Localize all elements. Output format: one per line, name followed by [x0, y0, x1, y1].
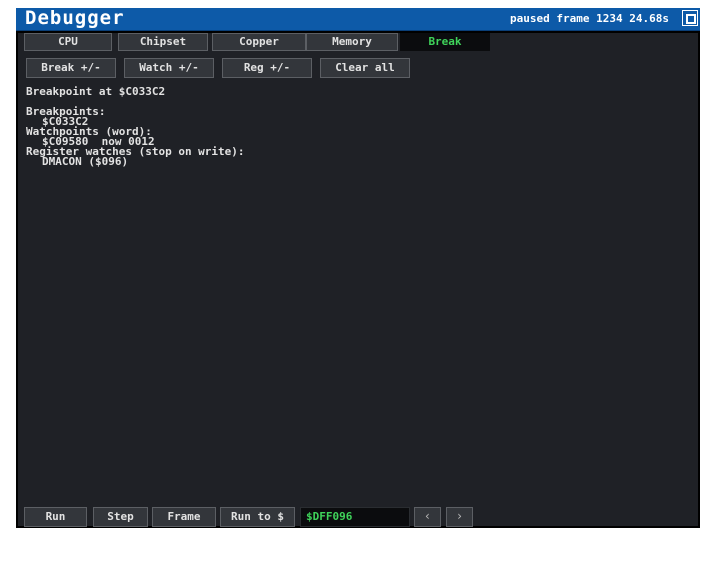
run-to-address-button[interactable]: Run to $	[220, 507, 295, 527]
tab-cpu[interactable]: CPU	[24, 33, 112, 51]
debugger-panel: CPU Chipset Copper Memory Break Break +/…	[18, 33, 698, 527]
tab-break[interactable]: Break	[400, 33, 490, 51]
frame-button[interactable]: Frame	[152, 507, 216, 527]
tab-memory[interactable]: Memory	[306, 33, 398, 51]
watch-toggle-button[interactable]: Watch +/-	[124, 58, 214, 78]
break-toggle-button[interactable]: Break +/-	[26, 58, 116, 78]
address-input[interactable]: $DFF096	[300, 507, 410, 527]
window-title: Debugger	[25, 7, 125, 29]
run-button[interactable]: Run	[24, 507, 87, 527]
title-bar[interactable]: Debugger paused frame 1234 24.68s	[16, 7, 700, 31]
tab-chipset[interactable]: Chipset	[118, 33, 208, 51]
tab-copper[interactable]: Copper	[212, 33, 306, 51]
debugger-window: Debugger paused frame 1234 24.68s CPU Ch…	[16, 7, 700, 528]
status-readout: paused frame 1234 24.68s	[510, 12, 669, 25]
chevron-right-icon[interactable]: ›	[446, 507, 473, 527]
window-square-icon[interactable]	[682, 10, 698, 26]
step-button[interactable]: Step	[93, 507, 148, 527]
clear-all-button[interactable]: Clear all	[320, 58, 410, 78]
chevron-left-icon[interactable]: ‹	[414, 507, 441, 527]
reg-toggle-button[interactable]: Reg +/-	[222, 58, 312, 78]
breakpoint-hit-header: Breakpoint at $C033C2	[26, 85, 166, 98]
register-watch-item: DMACON ($096)	[42, 155, 129, 168]
